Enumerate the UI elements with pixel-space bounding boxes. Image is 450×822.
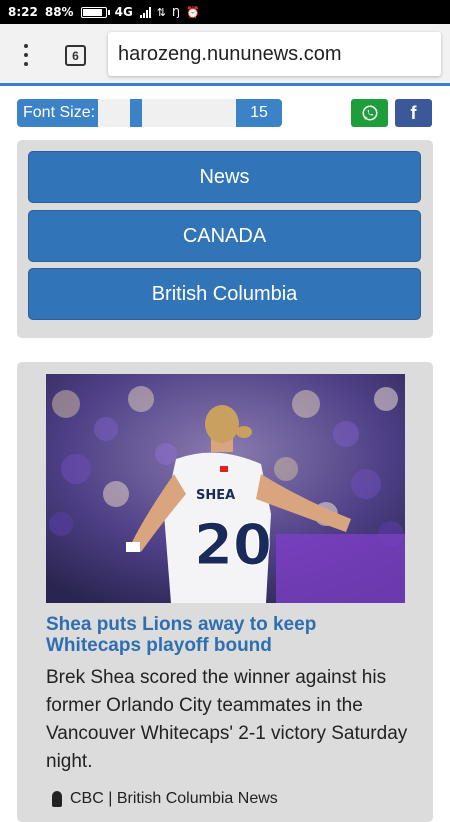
font-size-value: 15 [236,99,282,127]
font-size-control: Font Size: 15 [17,99,282,127]
data-transfer-icon: ⇅ [156,5,167,19]
alarm-icon: ⏰ [186,5,200,19]
status-bar: 8:22 88% 4G ⇅ Ŋ ⏰ [0,0,450,24]
facebook-share-button[interactable]: f [395,99,432,127]
whatsapp-share-button[interactable] [351,99,388,127]
category-british-columbia-button[interactable]: British Columbia [28,268,421,320]
font-size-label: Font Size: [17,99,98,127]
article-summary: Brek Shea scored the winner against his … [46,667,408,772]
font-size-slider[interactable] [98,99,236,127]
tab-switcher-button[interactable]: 6 [65,45,86,66]
browser-toolbar: 6 harozeng.nununews.com [0,24,450,86]
article-image[interactable]: SHEA 20 [46,374,405,603]
overflow-menu-icon[interactable] [18,44,34,66]
signal-icon [139,6,151,18]
facebook-icon: f [410,102,417,123]
article-title-link[interactable]: Shea puts Lions away to keep Whitecaps p… [46,614,416,656]
article-source: CBC | British Columbia News [46,790,421,808]
address-bar[interactable]: harozeng.nununews.com [108,32,441,76]
category-panel: News CANADA British Columbia [17,140,433,338]
battery-icon [80,6,110,18]
soccer-player-photo: SHEA 20 [46,374,405,603]
category-canada-button[interactable]: CANADA [28,210,421,262]
status-time: 8:22 [8,5,38,19]
source-icon [52,791,62,807]
battery-percent: 88% [44,5,74,19]
category-news-button[interactable]: News [28,151,421,203]
whatsapp-icon [362,105,377,121]
network-type: 4G [114,5,133,19]
nfc-icon: Ŋ [172,5,181,19]
article-card: SHEA 20 Shea puts Lions away to keep Whi… [17,362,433,822]
article-source-label: CBC | British Columbia News [70,790,278,807]
jersey-number: 20 [194,513,272,578]
jersey-name: SHEA [196,488,235,503]
slider-handle[interactable] [130,99,142,127]
